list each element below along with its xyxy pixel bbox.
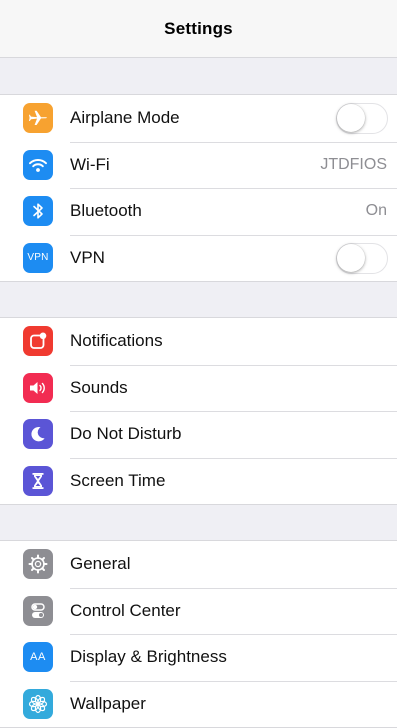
page-title: Settings — [164, 18, 233, 38]
settings-row-label: Wi-Fi — [70, 154, 110, 174]
gear-icon — [23, 549, 53, 580]
wallpaper-icon — [23, 688, 53, 719]
connectivity-group: Airplane Mode Wi-Fi JTDFIOS Bluetooth On… — [0, 94, 397, 282]
airplane-icon — [23, 103, 53, 134]
bluetooth-status-value: On — [365, 202, 387, 220]
settings-row-display-brightness[interactable]: AA Display & Brightness — [0, 634, 397, 681]
general-group: General Control Center AA Display & Brig… — [0, 540, 397, 728]
settings-row-do-not-disturb[interactable]: Do Not Disturb — [0, 411, 397, 458]
settings-row-label: Airplane Mode — [70, 108, 180, 128]
settings-row-label: Control Center — [70, 600, 181, 620]
settings-row-label: Display & Brightness — [70, 647, 227, 667]
bluetooth-icon — [23, 196, 53, 227]
vpn-icon: VPN — [23, 242, 53, 273]
settings-row-notifications[interactable]: Notifications — [0, 318, 397, 365]
display-brightness-icon: AA — [23, 642, 53, 673]
navigation-bar: Settings — [0, 0, 397, 58]
settings-row-airplane-mode[interactable]: Airplane Mode — [0, 95, 397, 142]
settings-row-screen-time[interactable]: Screen Time — [0, 457, 397, 505]
settings-row-label: Screen Time — [70, 470, 166, 490]
settings-row-label: Notifications — [70, 331, 163, 351]
settings-row-control-center[interactable]: Control Center — [0, 587, 397, 635]
settings-row-label: Bluetooth — [70, 201, 142, 221]
wifi-icon — [23, 149, 53, 180]
settings-row-bluetooth[interactable]: Bluetooth On — [0, 188, 397, 235]
settings-row-label: VPN — [70, 247, 105, 267]
settings-row-label: General — [70, 554, 131, 574]
control-center-icon — [23, 595, 53, 626]
notifications-group: Notifications Sounds Do Not Disturb Scre… — [0, 317, 397, 505]
toggle-knob — [337, 243, 365, 272]
notifications-icon — [23, 326, 53, 357]
settings-row-sounds[interactable]: Sounds — [0, 364, 397, 412]
vpn-icon-text: VPN — [27, 252, 49, 264]
settings-row-general[interactable]: General — [0, 541, 397, 588]
moon-icon — [23, 419, 53, 450]
sounds-icon — [23, 372, 53, 403]
settings-row-label: Wallpaper — [70, 693, 146, 713]
settings-row-label: Sounds — [70, 377, 128, 397]
settings-row-vpn[interactable]: VPN VPN — [0, 234, 397, 282]
settings-row-wallpaper[interactable]: Wallpaper — [0, 680, 397, 728]
settings-row-label: Do Not Disturb — [70, 424, 182, 444]
wifi-network-value: JTDFIOS — [320, 155, 387, 173]
toggle-knob — [337, 104, 365, 132]
vpn-toggle[interactable] — [336, 242, 388, 274]
settings-row-wifi[interactable]: Wi-Fi JTDFIOS — [0, 141, 397, 189]
hourglass-icon — [23, 465, 53, 496]
airplane-mode-toggle[interactable] — [336, 103, 388, 134]
display-brightness-icon-text: AA — [30, 651, 46, 664]
